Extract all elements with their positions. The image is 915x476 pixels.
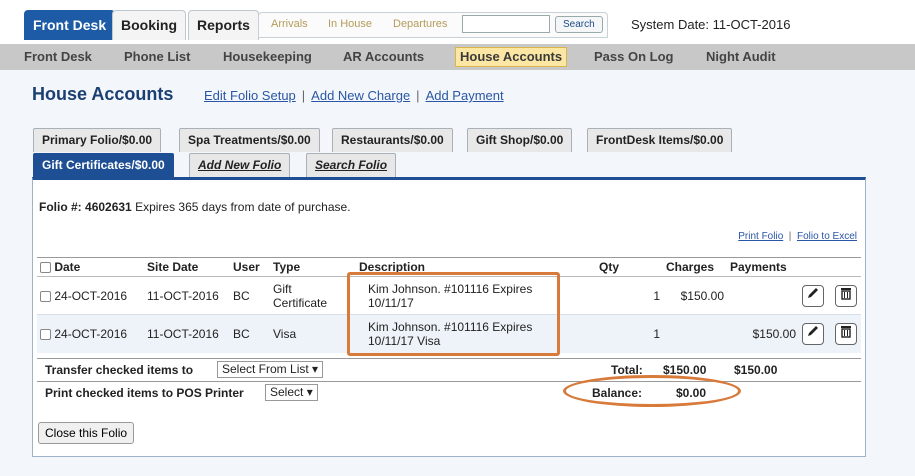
tab-front-desk[interactable]: Front Desk — [24, 10, 116, 40]
edit-pencil-icon[interactable] — [802, 322, 824, 345]
cell-charges: $150.00 — [663, 276, 727, 315]
col-user: User — [230, 257, 270, 277]
folio-to-excel-link[interactable]: Folio to Excel — [797, 231, 857, 242]
tab-reports[interactable]: Reports — [188, 10, 259, 40]
col-charges: Charges — [663, 257, 727, 277]
nav-pass-on-log[interactable]: Pass On Log — [594, 44, 673, 70]
col-qty: Qty — [596, 257, 663, 277]
add-new-charge-link[interactable]: Add New Charge — [311, 88, 410, 103]
cell-type: Visa — [270, 314, 356, 353]
tab-booking[interactable]: Booking — [112, 10, 186, 40]
cell-payments: $150.00 — [727, 314, 799, 353]
balance-highlight-oval — [563, 375, 741, 407]
col-type: Type — [270, 257, 356, 277]
cell-type: Gift Certificate — [270, 276, 356, 315]
search-folio-tab[interactable]: Search Folio — [306, 153, 397, 177]
folio-tab-gift-certificates[interactable]: Gift Certificates/$0.00 — [33, 153, 174, 177]
transfer-select[interactable]: Select From List ▾ — [217, 361, 324, 378]
col-date: Date — [37, 257, 144, 277]
nav-front-desk[interactable]: Front Desk — [24, 44, 92, 70]
subtab-departures[interactable]: Departures — [393, 18, 447, 30]
print-pos-label: Print checked items to POS Printer — [45, 386, 244, 400]
transfer-label: Transfer checked items to — [45, 363, 194, 377]
cell-qty: 1 — [596, 276, 663, 315]
col-site-date: Site Date — [144, 257, 230, 277]
separator: | — [301, 88, 306, 103]
delete-trash-icon[interactable] — [835, 284, 858, 307]
cell-actions — [799, 314, 861, 353]
nav-bar: Front Desk Phone List Housekeeping AR Ac… — [0, 44, 915, 70]
print-folio-link[interactable]: Print Folio — [738, 231, 783, 242]
nav-night-audit[interactable]: Night Audit — [706, 44, 776, 70]
nav-phone-list[interactable]: Phone List — [124, 44, 190, 70]
edit-folio-setup-link[interactable]: Edit Folio Setup — [204, 88, 296, 103]
nav-ar-accounts[interactable]: AR Accounts — [343, 44, 424, 70]
nav-house-accounts[interactable]: House Accounts — [455, 47, 568, 67]
delete-trash-icon[interactable] — [835, 322, 858, 345]
cell-date: 24-OCT-2016 — [54, 288, 128, 303]
search-button[interactable]: Search — [555, 16, 603, 33]
folio-number: 4602631 — [85, 200, 132, 214]
subtab-in-house[interactable]: In House — [328, 18, 372, 30]
cell-qty: 1 — [596, 314, 663, 353]
total-payments: $150.00 — [734, 363, 778, 377]
nav-housekeeping[interactable]: Housekeeping — [223, 44, 312, 70]
edit-pencil-icon[interactable] — [802, 284, 824, 307]
folio-info: Folio #: 4602631 Expires 365 days from d… — [39, 200, 351, 214]
cell-user: BC — [230, 314, 270, 353]
subtab-group: Arrivals In House Departures Search — [258, 12, 608, 38]
pos-printer-select[interactable]: Select ▾ — [265, 384, 318, 401]
cell-charges — [663, 314, 727, 353]
cell-payments — [727, 276, 799, 315]
cell-actions — [799, 276, 861, 315]
cell-site-date: 11-OCT-2016 — [144, 314, 230, 353]
subtab-arrivals[interactable]: Arrivals — [271, 18, 308, 30]
col-actions — [799, 257, 861, 277]
add-new-folio-tab[interactable]: Add New Folio — [189, 153, 291, 177]
cell-date: 24-OCT-2016 — [54, 326, 128, 341]
separator: | — [786, 231, 795, 242]
select-all-checkbox[interactable] — [40, 262, 51, 274]
close-folio-button[interactable]: Close this Folio — [38, 422, 135, 444]
folio-tab-primary[interactable]: Primary Folio/$0.00 — [33, 128, 162, 152]
cell-site-date: 11-OCT-2016 — [144, 276, 230, 315]
search-input[interactable] — [462, 15, 550, 33]
header-links: Edit Folio Setup | Add New Charge | Add Paym… — [204, 88, 504, 103]
folio-tab-restaurants[interactable]: Restaurants/$0.00 — [332, 128, 453, 152]
cell-user: BC — [230, 276, 270, 315]
add-payment-link[interactable]: Add Payment — [426, 88, 504, 103]
folio-tab-gift-shop[interactable]: Gift Shop/$0.00 — [467, 128, 573, 152]
separator: | — [416, 88, 420, 103]
description-highlight-box — [347, 272, 560, 356]
row-checkbox[interactable] — [40, 290, 51, 302]
row-checkbox[interactable] — [40, 329, 51, 341]
folio-label: Folio #: — [39, 200, 82, 214]
print-links: Print Folio | Folio to Excel — [738, 231, 857, 242]
col-payments: Payments — [727, 257, 799, 277]
transfer-row: Transfer checked items to Select From Li… — [37, 358, 861, 380]
page-title: House Accounts — [32, 84, 174, 104]
folio-tab-frontdesk-items[interactable]: FrontDesk Items/$0.00 — [587, 128, 733, 152]
folio-tab-spa-treatments[interactable]: Spa Treatments/$0.00 — [179, 128, 320, 152]
folio-note: Expires 365 days from date of purchase. — [135, 200, 351, 214]
system-date: System Date: 11-OCT-2016 — [631, 17, 791, 32]
top-bar: Front Desk Booking Reports Arrivals In H… — [0, 0, 915, 44]
